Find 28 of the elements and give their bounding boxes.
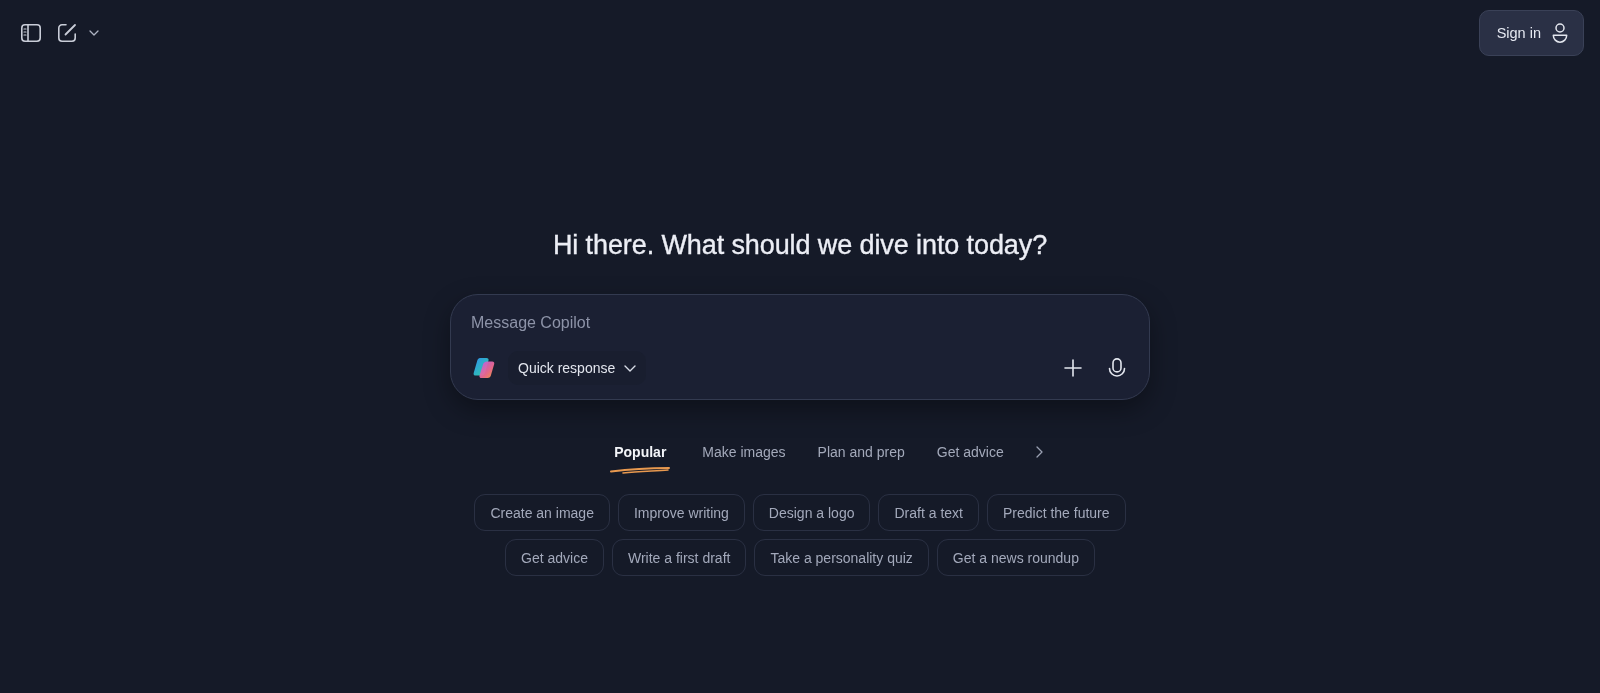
microphone-icon xyxy=(1108,358,1126,378)
suggestion-chip[interactable]: Get advice xyxy=(505,539,604,576)
suggestion-chip[interactable]: Predict the future xyxy=(986,494,1126,531)
suggestion-chip[interactable]: Create an image xyxy=(474,494,610,531)
message-composer[interactable]: Message Copilot Quick response xyxy=(450,294,1150,400)
suggestion-chip[interactable]: Take a personality quiz xyxy=(754,539,929,576)
suggestion-chip[interactable]: Draft a text xyxy=(878,494,979,531)
plus-icon xyxy=(1064,359,1082,377)
category-tab[interactable]: Popular xyxy=(594,434,687,478)
category-tab[interactable]: Get advice xyxy=(920,434,1020,466)
sign-in-button[interactable]: Sign in xyxy=(1478,10,1584,56)
category-tab[interactable]: Make images xyxy=(686,434,802,466)
chevron-right-icon xyxy=(1036,446,1044,458)
category-tab[interactable]: Plan and prep xyxy=(801,434,921,466)
suggestion-chip[interactable]: Write a first draft xyxy=(612,539,747,576)
greeting-heading: Hi there. What should we dive into today? xyxy=(552,229,1048,262)
suggestion-chip[interactable]: Get a news roundup xyxy=(936,539,1095,576)
suggestion-chip[interactable]: Design a logo xyxy=(752,494,871,531)
caret-down-icon xyxy=(89,30,99,36)
person-icon xyxy=(1552,23,1568,43)
suggestion-chip[interactable]: Improve writing xyxy=(617,494,745,531)
underline-icon xyxy=(610,466,671,474)
message-input[interactable]: Message Copilot xyxy=(465,305,1135,341)
app-logo-icon xyxy=(473,357,495,379)
caret-down-icon xyxy=(624,364,637,372)
compose-icon xyxy=(57,23,77,43)
sidebar-icon xyxy=(21,24,41,42)
response-mode-dropdown[interactable]: Quick response xyxy=(508,351,647,385)
